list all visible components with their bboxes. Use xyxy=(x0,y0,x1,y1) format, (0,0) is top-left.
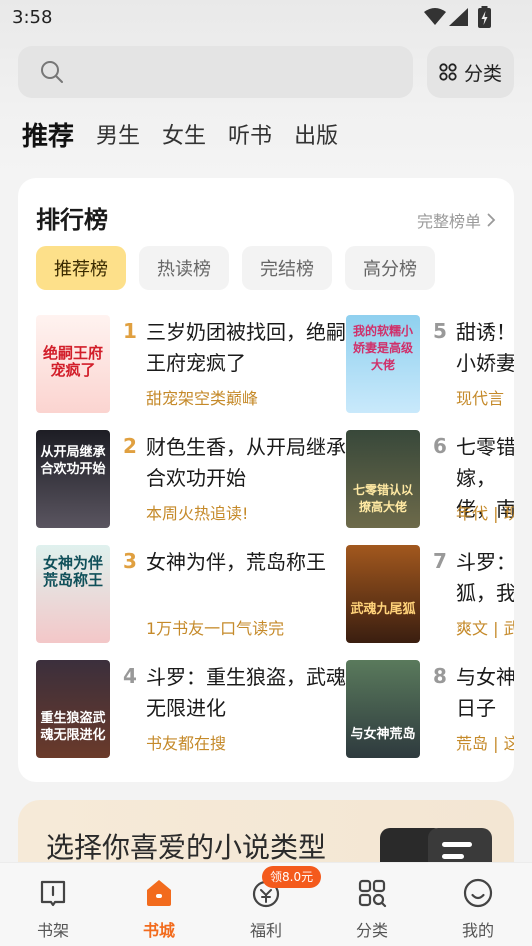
book-tag: 爽文 | 武 xyxy=(456,619,514,638)
book-cover: 绝嗣王府宠疯了 xyxy=(36,315,110,413)
book-item[interactable]: 我的软糯小娇妻是高级大佬 5 甜诱！小娇妻 现代言 xyxy=(346,315,514,413)
book-tag: 荒岛 | 这 xyxy=(456,734,514,753)
book-cover: 七零错认以撩高大佬 xyxy=(346,430,420,528)
book-title: 斗罗：重生狼盗，武魂无限进化 xyxy=(146,665,346,720)
wifi-icon xyxy=(424,8,446,25)
book-tag: 甜宠架空类巅峰 xyxy=(146,389,259,408)
book-item[interactable]: 绝嗣王府宠疯了 1 三岁奶团被找回，绝嗣王府宠疯了 甜宠架空类巅峰 xyxy=(36,315,356,413)
nav-category[interactable]: 分类 xyxy=(332,863,412,946)
nav-bookshelf[interactable]: 书架 xyxy=(13,863,93,946)
tab-audiobook[interactable]: 听书 xyxy=(228,117,272,157)
book-tag: 年代 | 现 xyxy=(456,504,514,523)
grid-icon xyxy=(439,63,457,81)
search-input[interactable] xyxy=(18,46,413,98)
rank-number: 4 xyxy=(123,664,137,688)
category-button-label: 分类 xyxy=(463,62,502,85)
chip-completed[interactable]: 完结榜 xyxy=(242,246,332,290)
tab-recommend[interactable]: 推荐 xyxy=(22,117,74,157)
book-tag: 现代言 xyxy=(456,389,505,408)
book-item[interactable]: 女神为伴荒岛称王 3 女神为伴，荒岛称王 1万书友一口气读完 xyxy=(36,545,356,643)
rank-number: 3 xyxy=(123,549,137,573)
book-cover: 从开局继承合欢功开始 xyxy=(36,430,110,528)
status-bar: 3:58 xyxy=(0,0,532,36)
welfare-badge: 领8.0元 xyxy=(262,866,322,888)
bookshelf-icon xyxy=(40,880,66,907)
book-cover: 我的软糯小娇妻是高级大佬 xyxy=(346,315,420,413)
book-title: 三岁奶团被找回，绝嗣王府宠疯了 xyxy=(146,320,346,375)
book-title: 财色生香，从开局继承合欢功开始 xyxy=(146,435,346,490)
nav-category-label: 分类 xyxy=(355,921,388,940)
book-tag: 1万书友一口气读完 xyxy=(146,619,285,638)
book-tag: 本周火热追读! xyxy=(146,504,249,523)
tab-male[interactable]: 男生 xyxy=(96,117,140,157)
tab-female[interactable]: 女生 xyxy=(162,117,206,157)
book-cover: 与女神荒岛 xyxy=(346,660,420,758)
rank-number: 6 xyxy=(433,434,447,458)
book-title: 与女神日子 xyxy=(456,665,514,720)
rank-number: 1 xyxy=(123,319,137,343)
full-ranking-link[interactable]: 完整榜单 xyxy=(417,208,496,232)
category-grid-icon xyxy=(358,879,387,908)
book-cover: 女神为伴荒岛称王 xyxy=(36,545,110,643)
chip-high-score[interactable]: 高分榜 xyxy=(345,246,435,290)
nav-profile[interactable]: 我的 xyxy=(438,863,518,946)
book-cover: 重生狼盗武魂无限进化 xyxy=(36,660,110,758)
book-item[interactable]: 从开局继承合欢功开始 2 财色生香，从开局继承合欢功开始 本周火热追读! xyxy=(36,430,356,528)
search-row: 分类 xyxy=(18,46,514,98)
rank-number: 8 xyxy=(433,664,447,688)
nav-bookstore[interactable]: 书城 xyxy=(119,863,199,946)
tab-publish[interactable]: 出版 xyxy=(294,117,338,157)
ranking-card: 排行榜 完整榜单 推荐榜 热读榜 完结榜 高分榜 绝嗣王府宠疯了 1 三岁奶团被… xyxy=(18,178,514,782)
signal-icon xyxy=(449,8,468,26)
store-icon xyxy=(147,880,171,906)
category-button[interactable]: 分类 xyxy=(427,46,514,98)
book-item[interactable]: 七零错认以撩高大佬 6 七零错嫁，佬，南 年代 | 现 xyxy=(346,430,514,528)
book-title: 甜诱！小娇妻 xyxy=(456,320,514,375)
book-item[interactable]: 与女神荒岛 8 与女神日子 荒岛 | 这 xyxy=(346,660,514,758)
channel-tabs: 推荐 男生 女生 听书 出版 xyxy=(22,117,360,157)
full-ranking-label: 完整榜单 xyxy=(416,212,481,231)
book-cover: 武魂九尾狐 xyxy=(346,545,420,643)
nav-welfare-label: 福利 xyxy=(249,921,282,940)
search-icon xyxy=(41,61,63,83)
battery-icon xyxy=(478,6,491,28)
book-item[interactable]: 重生狼盗武魂无限进化 4 斗罗：重生狼盗，武魂无限进化 书友都在搜 xyxy=(36,660,356,758)
nav-profile-label: 我的 xyxy=(461,921,494,940)
rank-number: 5 xyxy=(433,319,447,343)
ranking-title: 排行榜 xyxy=(36,206,108,234)
nav-bookstore-label: 书城 xyxy=(142,921,175,940)
status-time: 3:58 xyxy=(12,7,53,28)
chevron-right-icon xyxy=(487,213,496,227)
nav-bookshelf-label: 书架 xyxy=(36,921,69,940)
book-item[interactable]: 武魂九尾狐 7 斗罗：狐，我 爽文 | 武 xyxy=(346,545,514,643)
profile-smile-icon xyxy=(463,878,493,908)
rank-number: 7 xyxy=(433,549,447,573)
book-title: 女神为伴，荒岛称王 xyxy=(146,550,326,574)
book-tag: 书友都在搜 xyxy=(146,734,227,753)
ranking-chips: 推荐榜 热读榜 完结榜 高分榜 xyxy=(36,246,435,290)
chip-recommend[interactable]: 推荐榜 xyxy=(36,246,126,290)
chip-hot[interactable]: 热读榜 xyxy=(139,246,229,290)
rank-number: 2 xyxy=(123,434,137,458)
book-title: 斗罗：狐，我 xyxy=(456,550,514,605)
genre-banner-text: 选择你喜爱的小说类型 xyxy=(46,831,327,864)
